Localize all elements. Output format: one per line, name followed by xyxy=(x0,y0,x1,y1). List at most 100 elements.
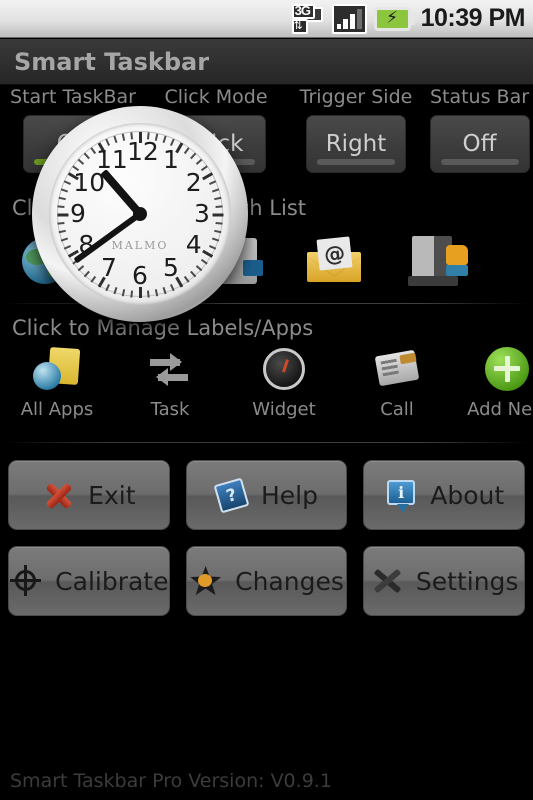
call-phone-icon xyxy=(373,345,421,393)
setting-status-bar[interactable]: Status Bar Off xyxy=(426,86,533,173)
hammer-wrench-icon xyxy=(370,564,404,598)
app-item-all-apps[interactable]: All Apps xyxy=(2,345,112,420)
setting-trigger-side[interactable]: Trigger Side Right xyxy=(286,86,426,173)
app-item-label: Task xyxy=(150,399,190,420)
clock-tick xyxy=(215,205,223,209)
toggle-indicator xyxy=(440,159,519,165)
add-new-plus-icon xyxy=(483,345,531,393)
task-arrows-icon xyxy=(146,345,194,393)
clock-tick xyxy=(200,258,208,265)
changes-button[interactable]: Changes xyxy=(185,546,348,616)
clock-tick xyxy=(190,270,197,278)
clock-tick xyxy=(211,188,220,193)
action-button-grid: Exit ? Help i About Calibrate Changes Se… xyxy=(0,460,533,632)
app-item-call[interactable]: Call xyxy=(342,345,452,420)
clock-tick xyxy=(83,270,90,278)
button-row-1: Exit ? Help i About xyxy=(0,460,533,530)
help-button[interactable]: ? Help xyxy=(185,460,348,530)
info-balloon-icon: i xyxy=(384,478,418,513)
clock-tick xyxy=(195,158,203,165)
app-item-widget[interactable]: Widget xyxy=(229,345,339,420)
clock-numeral: 11 xyxy=(96,145,128,175)
button-label: Calibrate xyxy=(55,566,169,596)
clock-tick xyxy=(63,180,71,186)
clock-tick xyxy=(215,221,223,225)
clock-tick xyxy=(83,152,90,160)
setting-label: Click Mode xyxy=(164,86,268,108)
email-icon: @ xyxy=(307,236,363,284)
clock-tick xyxy=(57,221,65,225)
toggle-value: Off xyxy=(462,131,497,157)
clock-tick xyxy=(58,196,66,201)
app-title-bar: Smart Taskbar xyxy=(0,39,533,85)
button-label: Changes xyxy=(235,566,344,596)
blue-book-question-icon: ? xyxy=(213,477,250,514)
clock-tick xyxy=(183,275,190,283)
exit-button[interactable]: Exit xyxy=(8,460,170,530)
signal-icon xyxy=(331,3,367,34)
clock-center-pin xyxy=(133,207,147,221)
email-at-glyph: @ xyxy=(316,236,353,271)
3g-arrows-icon: ⇅ xyxy=(293,18,303,32)
calibrate-button[interactable]: Calibrate xyxy=(8,546,170,616)
trigger-side-toggle[interactable]: Right xyxy=(306,115,406,173)
clock-tick xyxy=(60,188,69,193)
clock-tick xyxy=(162,135,167,144)
battery-icon: ⚡ xyxy=(373,6,415,31)
setting-label: Trigger Side xyxy=(299,86,413,108)
page-title: Smart Taskbar xyxy=(14,47,210,76)
status-bar-toggle[interactable]: Off xyxy=(429,115,530,173)
clock-numeral: 12 xyxy=(127,137,159,166)
version-footer: Smart Taskbar Pro Version: V0.9.1 xyxy=(10,770,332,792)
clock-tick xyxy=(195,265,203,272)
clock-numeral: 3 xyxy=(194,199,210,228)
all-apps-icon xyxy=(33,345,81,393)
clock-tick xyxy=(77,265,85,272)
button-row-2: Calibrate Changes Settings xyxy=(0,546,533,616)
status-bar[interactable]: 3G ⇅ ⚡ 10:39 PM xyxy=(0,0,533,38)
widget-gauge-icon xyxy=(260,345,308,393)
clock-tick xyxy=(183,147,190,155)
3g-icon: 3G ⇅ xyxy=(289,2,325,34)
app-item-task[interactable]: Task xyxy=(115,345,225,420)
clock-numeral: 5 xyxy=(163,252,179,282)
clock-numeral: 6 xyxy=(132,261,148,290)
clock-numeral: 2 xyxy=(185,168,202,197)
app-item-label: Widget xyxy=(252,399,316,420)
toggle-indicator xyxy=(317,159,395,165)
app-item-label: Call xyxy=(380,399,414,420)
launch-item-file-manager[interactable] xyxy=(400,222,478,300)
app-item-add-new[interactable]: Add New xyxy=(452,345,533,420)
clock-tick xyxy=(113,286,118,295)
button-label: Settings xyxy=(415,566,519,596)
analog-clock-widget[interactable]: 12 1 2 3 4 5 6 7 8 9 10 11 MALMO xyxy=(32,106,248,322)
settings-button[interactable]: Settings xyxy=(363,546,526,616)
clock-tick xyxy=(162,286,167,295)
clock-tick xyxy=(130,290,134,298)
clock-tick xyxy=(58,229,66,234)
clock-tick xyxy=(57,205,65,209)
button-label: About xyxy=(430,480,505,510)
clock-tick xyxy=(214,196,222,201)
clock-tick xyxy=(113,135,118,144)
status-bar-clock: 10:39 PM xyxy=(420,4,526,32)
clock-tick xyxy=(214,229,222,234)
labels-apps-row: All Apps Task Widget Call Add New xyxy=(0,345,533,435)
clock-tick xyxy=(190,152,197,160)
clock-tick xyxy=(154,289,159,297)
button-label: Exit xyxy=(88,480,136,510)
star-icon xyxy=(189,564,223,598)
clock-tick xyxy=(105,284,111,292)
app-item-label: Add New xyxy=(467,399,533,420)
3g-label: 3G xyxy=(294,2,311,18)
app-item-label: All Apps xyxy=(20,399,94,420)
about-button[interactable]: i About xyxy=(363,460,526,530)
setting-label: Status Bar xyxy=(429,86,530,108)
clock-numeral: 9 xyxy=(70,199,86,228)
file-manager-icon xyxy=(408,236,470,286)
button-label: Help xyxy=(261,480,318,510)
toggle-value: Right xyxy=(325,131,387,157)
launch-item-email[interactable]: @ xyxy=(296,222,374,300)
clock-tick xyxy=(209,180,217,186)
clock-tick xyxy=(121,289,126,297)
